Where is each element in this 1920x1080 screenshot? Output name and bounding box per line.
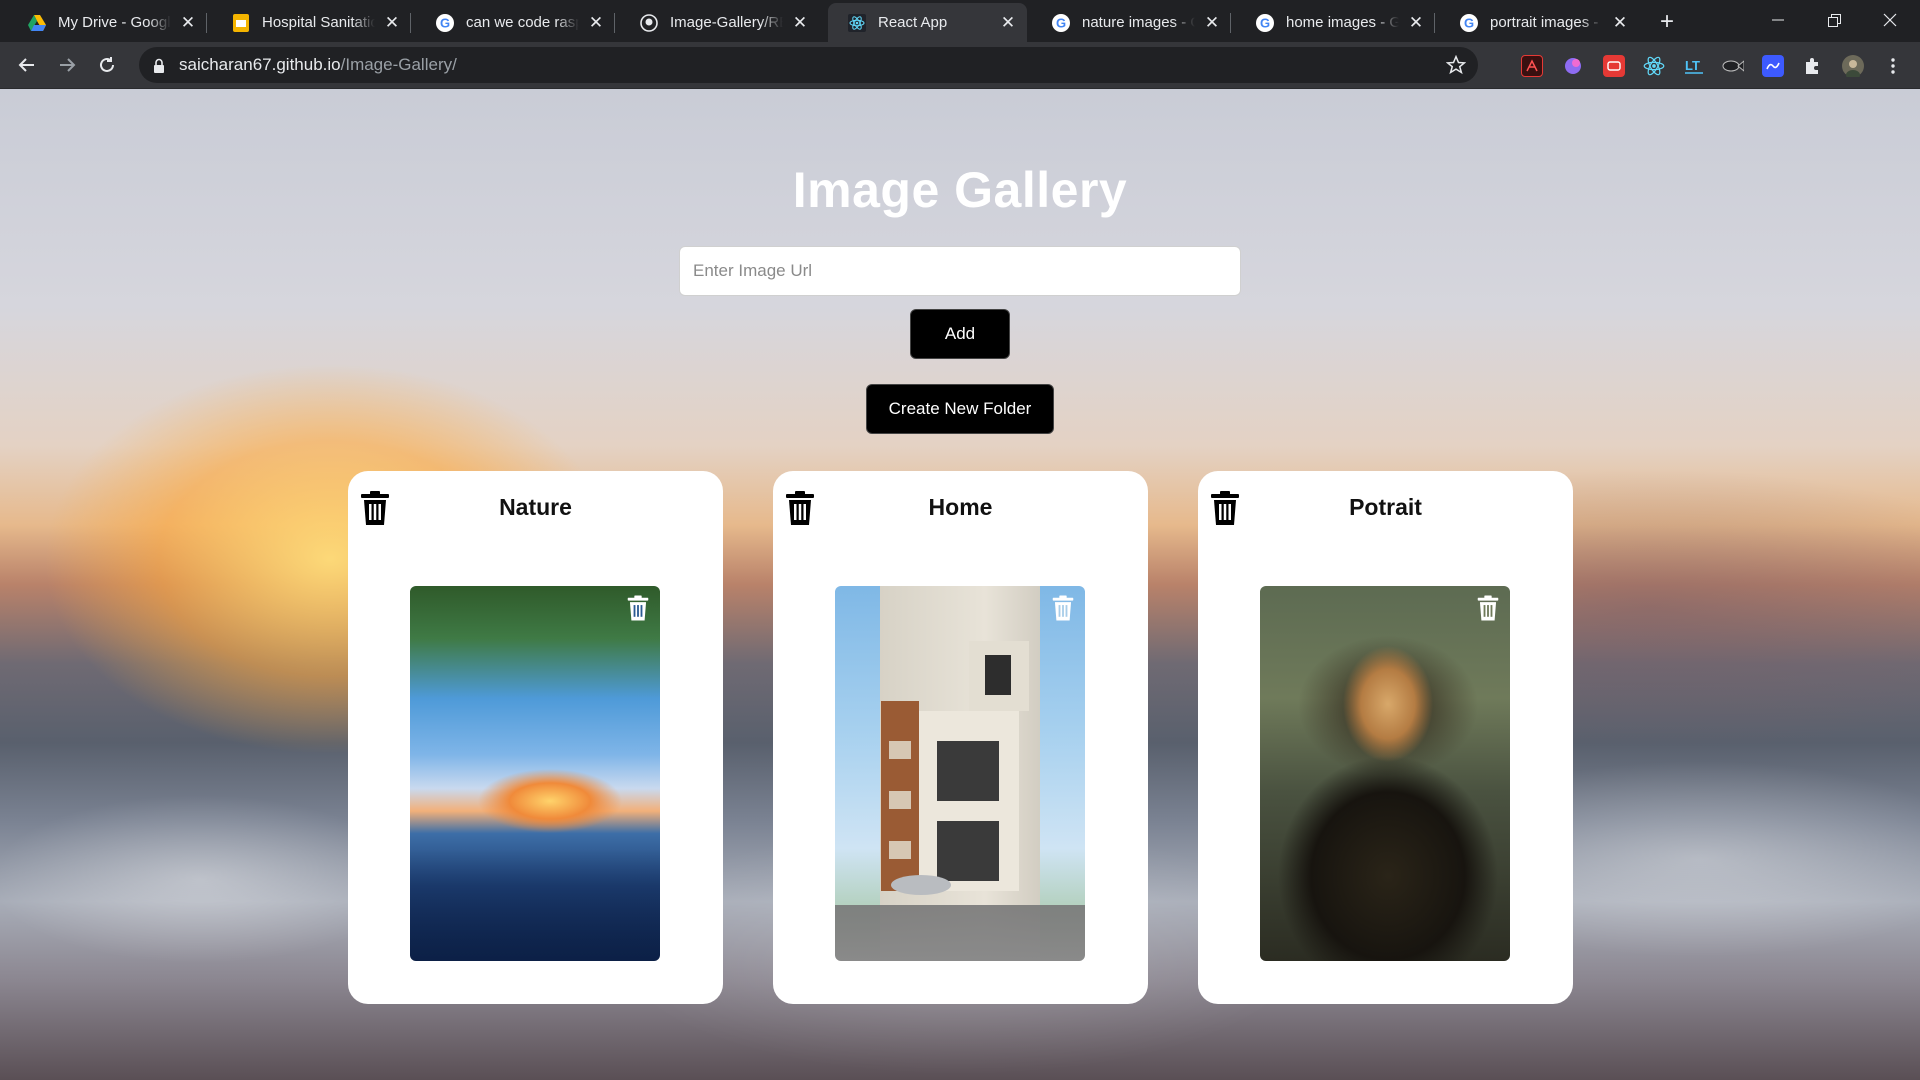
tab-react-app[interactable]: React App ✕ <box>828 3 1027 42</box>
color-extension-icon[interactable] <box>1562 55 1584 77</box>
react-devtools-icon[interactable] <box>1643 55 1665 77</box>
modern-house-image <box>835 586 1085 961</box>
reload-icon[interactable] <box>92 50 122 80</box>
restore-icon[interactable] <box>1806 0 1862 40</box>
react-icon <box>848 13 866 32</box>
close-tab-icon[interactable]: ✕ <box>587 13 605 32</box>
google-icon: G <box>436 13 454 32</box>
address-bar[interactable]: saicharan67.github.io/Image-Gallery/ <box>139 47 1478 83</box>
tab-title: React App <box>878 14 948 31</box>
close-tab-icon[interactable]: ✕ <box>1407 13 1425 32</box>
house-illustration <box>881 641 1029 895</box>
address-path: /Image-Gallery/ <box>340 55 457 74</box>
tab-title: portrait images - Google <box>1490 14 1603 31</box>
image-gallery-page: Image Gallery Add Create New Folder Natu… <box>0 89 1920 1080</box>
google-icon: G <box>1256 13 1274 32</box>
address-host: saicharan67.github.io <box>179 55 341 74</box>
fish-extension-icon[interactable] <box>1722 55 1744 77</box>
font-extension-icon[interactable]: LT <box>1683 55 1705 77</box>
delete-image-trash-icon[interactable] <box>626 594 650 622</box>
svg-text:G: G <box>1464 15 1474 30</box>
profile-avatar[interactable] <box>1842 55 1864 77</box>
svg-text:LT: LT <box>1685 58 1700 73</box>
tab-github-readme[interactable]: Image-Gallery/README ✕ <box>620 3 819 42</box>
menu-kebab-icon[interactable] <box>1882 55 1904 77</box>
google-icon: G <box>1052 13 1070 32</box>
tab-home-images[interactable]: G home images - Google ✕ <box>1236 3 1435 42</box>
tab-nature-images[interactable]: G nature images - Google ✕ <box>1032 3 1231 42</box>
close-window-icon[interactable] <box>1862 0 1918 40</box>
tab-title: can we code raspberry <box>466 14 579 31</box>
folder-name: Nature <box>499 494 572 520</box>
close-tab-icon[interactable]: ✕ <box>999 13 1017 32</box>
tab-raspberry-search[interactable]: G can we code raspberry ✕ <box>416 3 615 42</box>
svg-text:G: G <box>1056 15 1066 30</box>
new-tab-plus-icon[interactable]: + <box>1652 8 1682 36</box>
pdf-extension-icon[interactable] <box>1521 55 1543 77</box>
folder-name: Potrait <box>1349 494 1422 520</box>
tab-title: home images - Google <box>1286 14 1399 31</box>
svg-text:G: G <box>1260 15 1270 30</box>
bookmark-star-icon[interactable] <box>1445 54 1467 80</box>
mona-lisa-image <box>1260 586 1510 961</box>
create-new-folder-button[interactable]: Create New Folder <box>866 384 1054 434</box>
tab-my-drive[interactable]: My Drive - Google Drive ✕ <box>8 3 207 42</box>
tab-title: Hospital Sanitation <box>262 14 375 31</box>
screen-recorder-extension-icon[interactable] <box>1603 55 1625 77</box>
tab-title: Image-Gallery/README <box>670 14 783 31</box>
close-tab-icon[interactable]: ✕ <box>791 13 809 32</box>
forward-arrow-icon[interactable] <box>52 50 82 80</box>
vpn-extension-icon[interactable] <box>1762 55 1784 77</box>
extensions-puzzle-icon[interactable] <box>1802 55 1824 77</box>
close-tab-icon[interactable]: ✕ <box>383 13 401 32</box>
page-title: Image Gallery <box>792 162 1128 218</box>
tab-title: My Drive - Google Drive <box>58 14 171 31</box>
add-button[interactable]: Add <box>910 309 1010 359</box>
minimize-icon[interactable] <box>1750 0 1806 40</box>
tab-hospital-sanitation[interactable]: Hospital Sanitation ✕ <box>212 3 411 42</box>
folder-card-home: Home <box>773 471 1148 1004</box>
lock-icon[interactable] <box>153 58 165 73</box>
github-icon <box>640 13 658 32</box>
sunset-over-lake-image <box>410 586 660 961</box>
delete-image-trash-icon[interactable] <box>1476 594 1500 622</box>
close-tab-icon[interactable]: ✕ <box>1611 13 1629 32</box>
folder-name: Home <box>928 494 993 520</box>
browser-tab-strip: My Drive - Google Drive ✕ Hospital Sanit… <box>0 0 1920 42</box>
close-tab-icon[interactable]: ✕ <box>1203 13 1221 32</box>
svg-text:G: G <box>440 15 450 30</box>
google-icon: G <box>1460 13 1478 32</box>
image-url-input[interactable] <box>679 246 1241 296</box>
back-arrow-icon[interactable] <box>12 50 42 80</box>
delete-image-trash-icon[interactable] <box>1051 594 1075 622</box>
folder-card-potrait: Potrait <box>1198 471 1573 1004</box>
tab-portrait-images[interactable]: G portrait images - Google ✕ <box>1440 3 1639 42</box>
tab-title: nature images - Google <box>1082 14 1195 31</box>
browser-toolbar: saicharan67.github.io/Image-Gallery/ LT <box>0 42 1920 89</box>
close-tab-icon[interactable]: ✕ <box>179 13 197 32</box>
google-drive-icon <box>28 14 46 32</box>
google-slides-icon <box>232 13 250 32</box>
folder-card-nature: Nature <box>348 471 723 1004</box>
